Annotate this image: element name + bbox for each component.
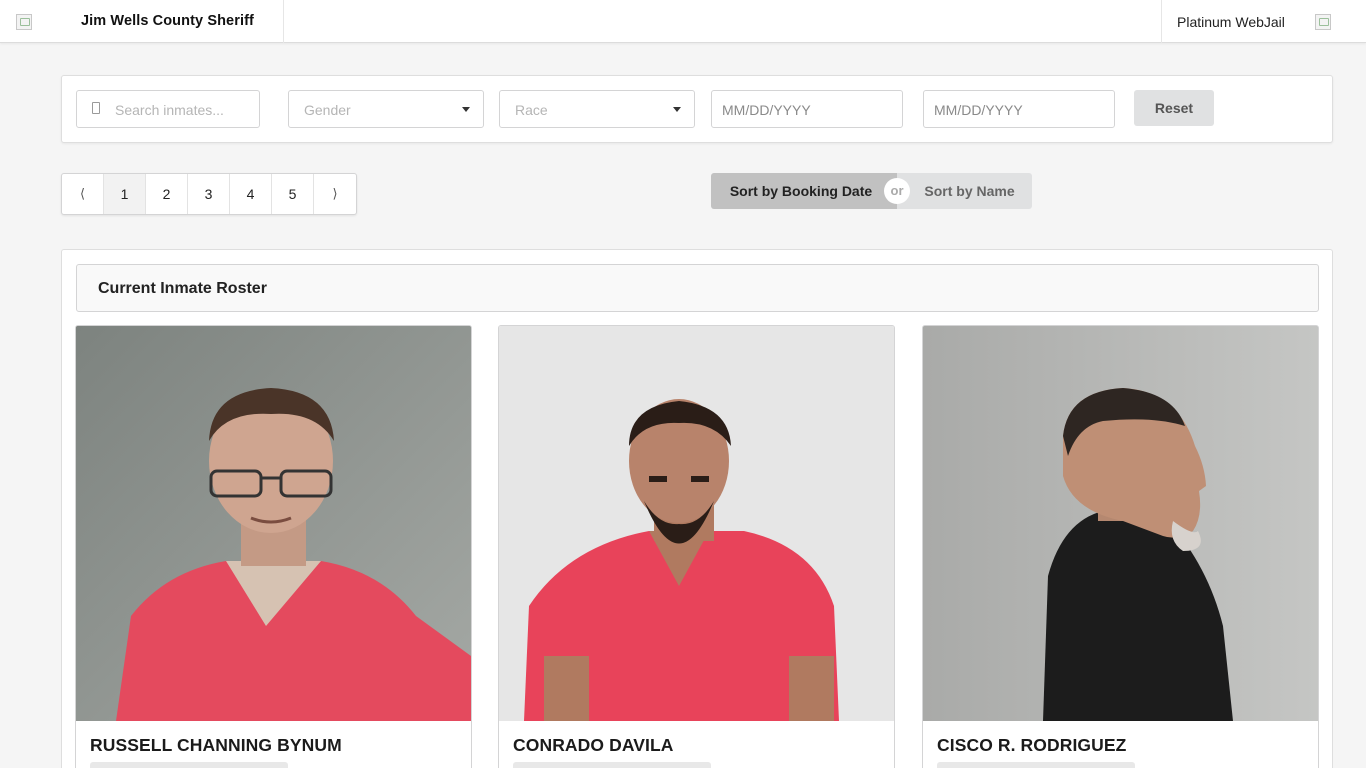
filter-panel: Search inmates... Gender Race MM/DD/YYYY… (61, 75, 1333, 143)
inmate-mugshot[interactable] (499, 326, 894, 721)
site-title[interactable]: Jim Wells County Sheriff (81, 13, 254, 29)
roster-heading: Current Inmate Roster (98, 280, 267, 297)
booking-id-badge (90, 762, 288, 768)
gender-placeholder: Gender (304, 102, 351, 118)
gender-dropdown[interactable]: Gender (288, 90, 484, 128)
sort-by-name-button[interactable]: Sort by Name (897, 173, 1032, 209)
page-button-3[interactable]: 3 (188, 174, 230, 214)
pagination: ⟨ 1 2 3 4 5 ⟩ (61, 173, 357, 215)
date-to-input[interactable]: MM/DD/YYYY (923, 90, 1115, 128)
inmate-mugshot[interactable] (923, 326, 1318, 721)
prev-page-button[interactable]: ⟨ (62, 174, 104, 214)
or-divider: or (884, 178, 910, 204)
caret-down-icon (673, 107, 681, 112)
inmate-name[interactable]: CONRADO DAVILA (513, 735, 674, 756)
top-navbar: Jim Wells County Sheriff Platinum WebJai… (0, 0, 1366, 43)
sort-by-booking-date-button[interactable]: Sort by Booking Date (711, 173, 897, 209)
search-icon (92, 102, 100, 114)
inmate-name[interactable]: RUSSELL CHANNING BYNUM (90, 735, 342, 756)
page-button-4[interactable]: 4 (230, 174, 272, 214)
race-placeholder: Race (515, 102, 548, 118)
brand-link[interactable]: Platinum WebJail (1177, 14, 1285, 30)
next-page-button[interactable]: ⟩ (314, 174, 356, 214)
inmate-card[interactable]: RUSSELL CHANNING BYNUM (75, 325, 472, 768)
date-to-placeholder: MM/DD/YYYY (934, 102, 1023, 118)
header-divider (283, 0, 284, 43)
race-dropdown[interactable]: Race (499, 90, 695, 128)
inmate-mugshot[interactable] (76, 326, 471, 721)
caret-down-icon (462, 107, 470, 112)
search-input[interactable]: Search inmates... (76, 90, 260, 128)
page-button-2[interactable]: 2 (146, 174, 188, 214)
page-button-5[interactable]: 5 (272, 174, 314, 214)
roster-heading-bar: Current Inmate Roster (76, 264, 1319, 312)
header-divider (1161, 0, 1162, 43)
booking-id-badge (513, 762, 711, 768)
sort-button-group: Sort by Booking Date Sort by Name or (711, 173, 1032, 209)
reset-button[interactable]: Reset (1134, 90, 1214, 126)
search-placeholder: Search inmates... (115, 102, 224, 118)
page-button-1[interactable]: 1 (104, 174, 146, 214)
broken-logo-image-icon[interactable] (16, 14, 32, 30)
inmate-card[interactable]: CONRADO DAVILA (498, 325, 895, 768)
inmate-name[interactable]: CISCO R. RODRIGUEZ (937, 735, 1126, 756)
inmate-card[interactable]: CISCO R. RODRIGUEZ (922, 325, 1319, 768)
date-from-input[interactable]: MM/DD/YYYY (711, 90, 903, 128)
broken-brand-image-icon[interactable] (1315, 14, 1331, 30)
date-from-placeholder: MM/DD/YYYY (722, 102, 811, 118)
booking-id-badge (937, 762, 1135, 768)
